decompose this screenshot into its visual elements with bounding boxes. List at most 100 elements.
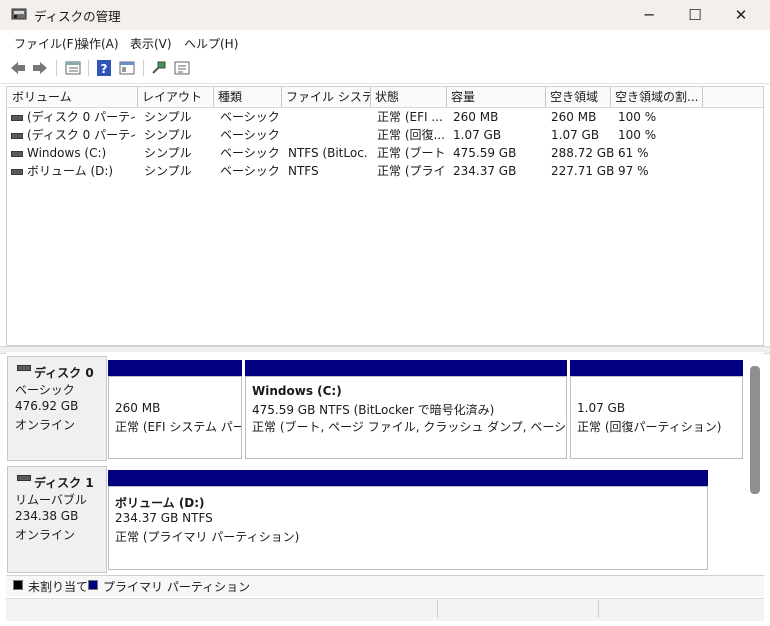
disk-management-app-icon	[11, 8, 27, 20]
close-button[interactable]: ✕	[718, 0, 764, 30]
toolbar-separator	[143, 60, 144, 76]
column-header-status[interactable]: 状態	[371, 87, 447, 107]
help-icon[interactable]: ?	[95, 59, 113, 77]
partition-efi[interactable]: 260 MB 正常 (EFI システム パーティ	[108, 376, 242, 459]
disk-icon	[17, 365, 31, 371]
legend-unallocated-label: 未割り当て	[28, 580, 89, 594]
partition-size: 1.07 GB	[577, 401, 626, 415]
partition-size: 234.37 GB NTFS	[115, 511, 213, 525]
toolbar-separator	[56, 60, 57, 76]
column-header-capacity[interactable]: 容量	[447, 87, 546, 107]
disk-1-kind: リムーバブル	[15, 493, 87, 507]
volume-icon	[11, 115, 23, 121]
partition-status: 正常 (プライマリ パーティション)	[115, 530, 300, 544]
cell-status: 正常 (回復...	[377, 128, 445, 142]
cell-volume: (ディスク 0 パーティショ...	[27, 128, 135, 142]
cell-layout: シンプル	[144, 146, 192, 160]
cell-status: 正常 (EFI ...	[377, 110, 443, 124]
disk-0-state: オンライン	[15, 418, 76, 432]
cell-volume: Windows (C:)	[27, 146, 107, 160]
disk-1-name: ディスク 1	[34, 476, 94, 490]
partition-bar	[245, 360, 567, 376]
legend-swatch-primary	[88, 580, 98, 590]
volume-icon	[11, 133, 23, 139]
cell-filesystem	[288, 126, 368, 144]
status-bar	[6, 598, 764, 621]
connect-icon[interactable]	[150, 59, 168, 77]
volume-icon	[11, 151, 23, 157]
cell-free-space: 288.72 GB	[551, 146, 615, 160]
menu-action[interactable]: 操作(A)	[77, 35, 119, 52]
cell-status: 正常 (プライ...	[377, 164, 445, 178]
cell-layout: シンプル	[144, 128, 192, 142]
menu-file[interactable]: ファイル(F)	[14, 35, 78, 52]
disk-0-kind: ベーシック	[15, 383, 75, 397]
minimize-button[interactable]: ─	[626, 0, 672, 30]
partition-bar	[570, 360, 743, 376]
cell-type: ベーシック	[220, 164, 280, 178]
back-arrow-icon[interactable]	[9, 59, 27, 77]
partition-bar	[108, 360, 242, 376]
disk-1-state: オンライン	[15, 528, 76, 542]
svg-text:?: ?	[101, 62, 108, 76]
partition-status: 正常 (EFI システム パーティ	[115, 420, 241, 434]
cell-filesystem	[288, 108, 368, 126]
status-divider	[437, 600, 438, 618]
legend-swatch-unallocated	[13, 580, 23, 590]
cell-filesystem: NTFS (BitLoc...	[288, 146, 368, 160]
disk-0-name: ディスク 0	[34, 366, 94, 380]
cell-capacity: 475.59 GB	[453, 146, 517, 160]
cell-capacity: 260 MB	[453, 110, 499, 124]
partition-status: 正常 (回復パーティション)	[577, 420, 722, 434]
legend-primary-label: プライマリ パーティション	[103, 580, 251, 594]
cell-volume: ボリューム (D:)	[27, 164, 114, 178]
cell-layout: シンプル	[144, 164, 192, 178]
cell-free-percent: 61 %	[618, 146, 649, 160]
partition-volume-d[interactable]: ボリューム (D:) 234.37 GB NTFS 正常 (プライマリ パーティ…	[108, 486, 708, 570]
disk-1-size: 234.38 GB	[15, 509, 79, 523]
partition-size: 260 MB	[115, 401, 161, 415]
maximize-button[interactable]: ☐	[672, 0, 718, 30]
cell-filesystem: NTFS	[288, 164, 319, 178]
cell-layout: シンプル	[144, 110, 192, 124]
column-header-type[interactable]: 種類	[214, 87, 282, 107]
cell-free-space: 260 MB	[551, 110, 597, 124]
partition-status: 正常 (ブート, ページ ファイル, クラッシュ ダンプ, ベーシック データ …	[252, 420, 567, 434]
menu-view[interactable]: 表示(V)	[130, 35, 172, 52]
toolbar	[0, 55, 770, 84]
volume-icon	[11, 169, 23, 175]
cell-type: ベーシック	[220, 128, 280, 142]
partition-title: ボリューム (D:)	[115, 496, 205, 510]
disk-icon	[17, 475, 31, 481]
cell-type: ベーシック	[220, 110, 280, 124]
cell-volume: (ディスク 0 パーティショ...	[27, 110, 135, 124]
partition-recovery[interactable]: 1.07 GB 正常 (回復パーティション)	[570, 376, 743, 459]
cell-free-percent: 97 %	[618, 164, 649, 178]
show-list-icon[interactable]	[64, 59, 82, 77]
cell-free-space: 227.71 GB	[551, 164, 615, 178]
status-divider	[598, 600, 599, 618]
partition-title: Windows (C:)	[252, 384, 342, 398]
cell-status: 正常 (ブート...	[377, 146, 445, 160]
column-header-free-space[interactable]: 空き領域	[546, 87, 611, 107]
disk-0-size: 476.92 GB	[15, 399, 79, 413]
cell-free-space: 1.07 GB	[551, 128, 600, 142]
partition-windows-c[interactable]: Windows (C:) 475.59 GB NTFS (BitLocker で…	[245, 376, 567, 459]
cell-capacity: 234.37 GB	[453, 164, 517, 178]
toolbar-separator	[88, 60, 89, 76]
forward-arrow-icon[interactable]	[31, 59, 49, 77]
properties-icon[interactable]	[118, 59, 136, 77]
column-header-free-percent[interactable]: 空き領域の割...	[611, 87, 703, 107]
partition-bar	[108, 470, 708, 486]
partition-size: 475.59 GB NTFS (BitLocker で暗号化済み)	[252, 403, 495, 417]
cell-free-percent: 100 %	[618, 110, 657, 124]
cell-type: ベーシック	[220, 146, 280, 160]
window-title: ディスクの管理	[34, 9, 121, 24]
console-icon[interactable]	[173, 59, 191, 77]
column-header-layout[interactable]: レイアウト	[138, 87, 214, 107]
menu-help[interactable]: ヘルプ(H)	[184, 35, 238, 52]
column-header-filesystem[interactable]: ファイル システム	[282, 87, 371, 107]
column-header-volume[interactable]: ボリューム	[8, 87, 138, 107]
graphical-view-scrollbar[interactable]	[750, 366, 760, 494]
cell-capacity: 1.07 GB	[453, 128, 502, 142]
